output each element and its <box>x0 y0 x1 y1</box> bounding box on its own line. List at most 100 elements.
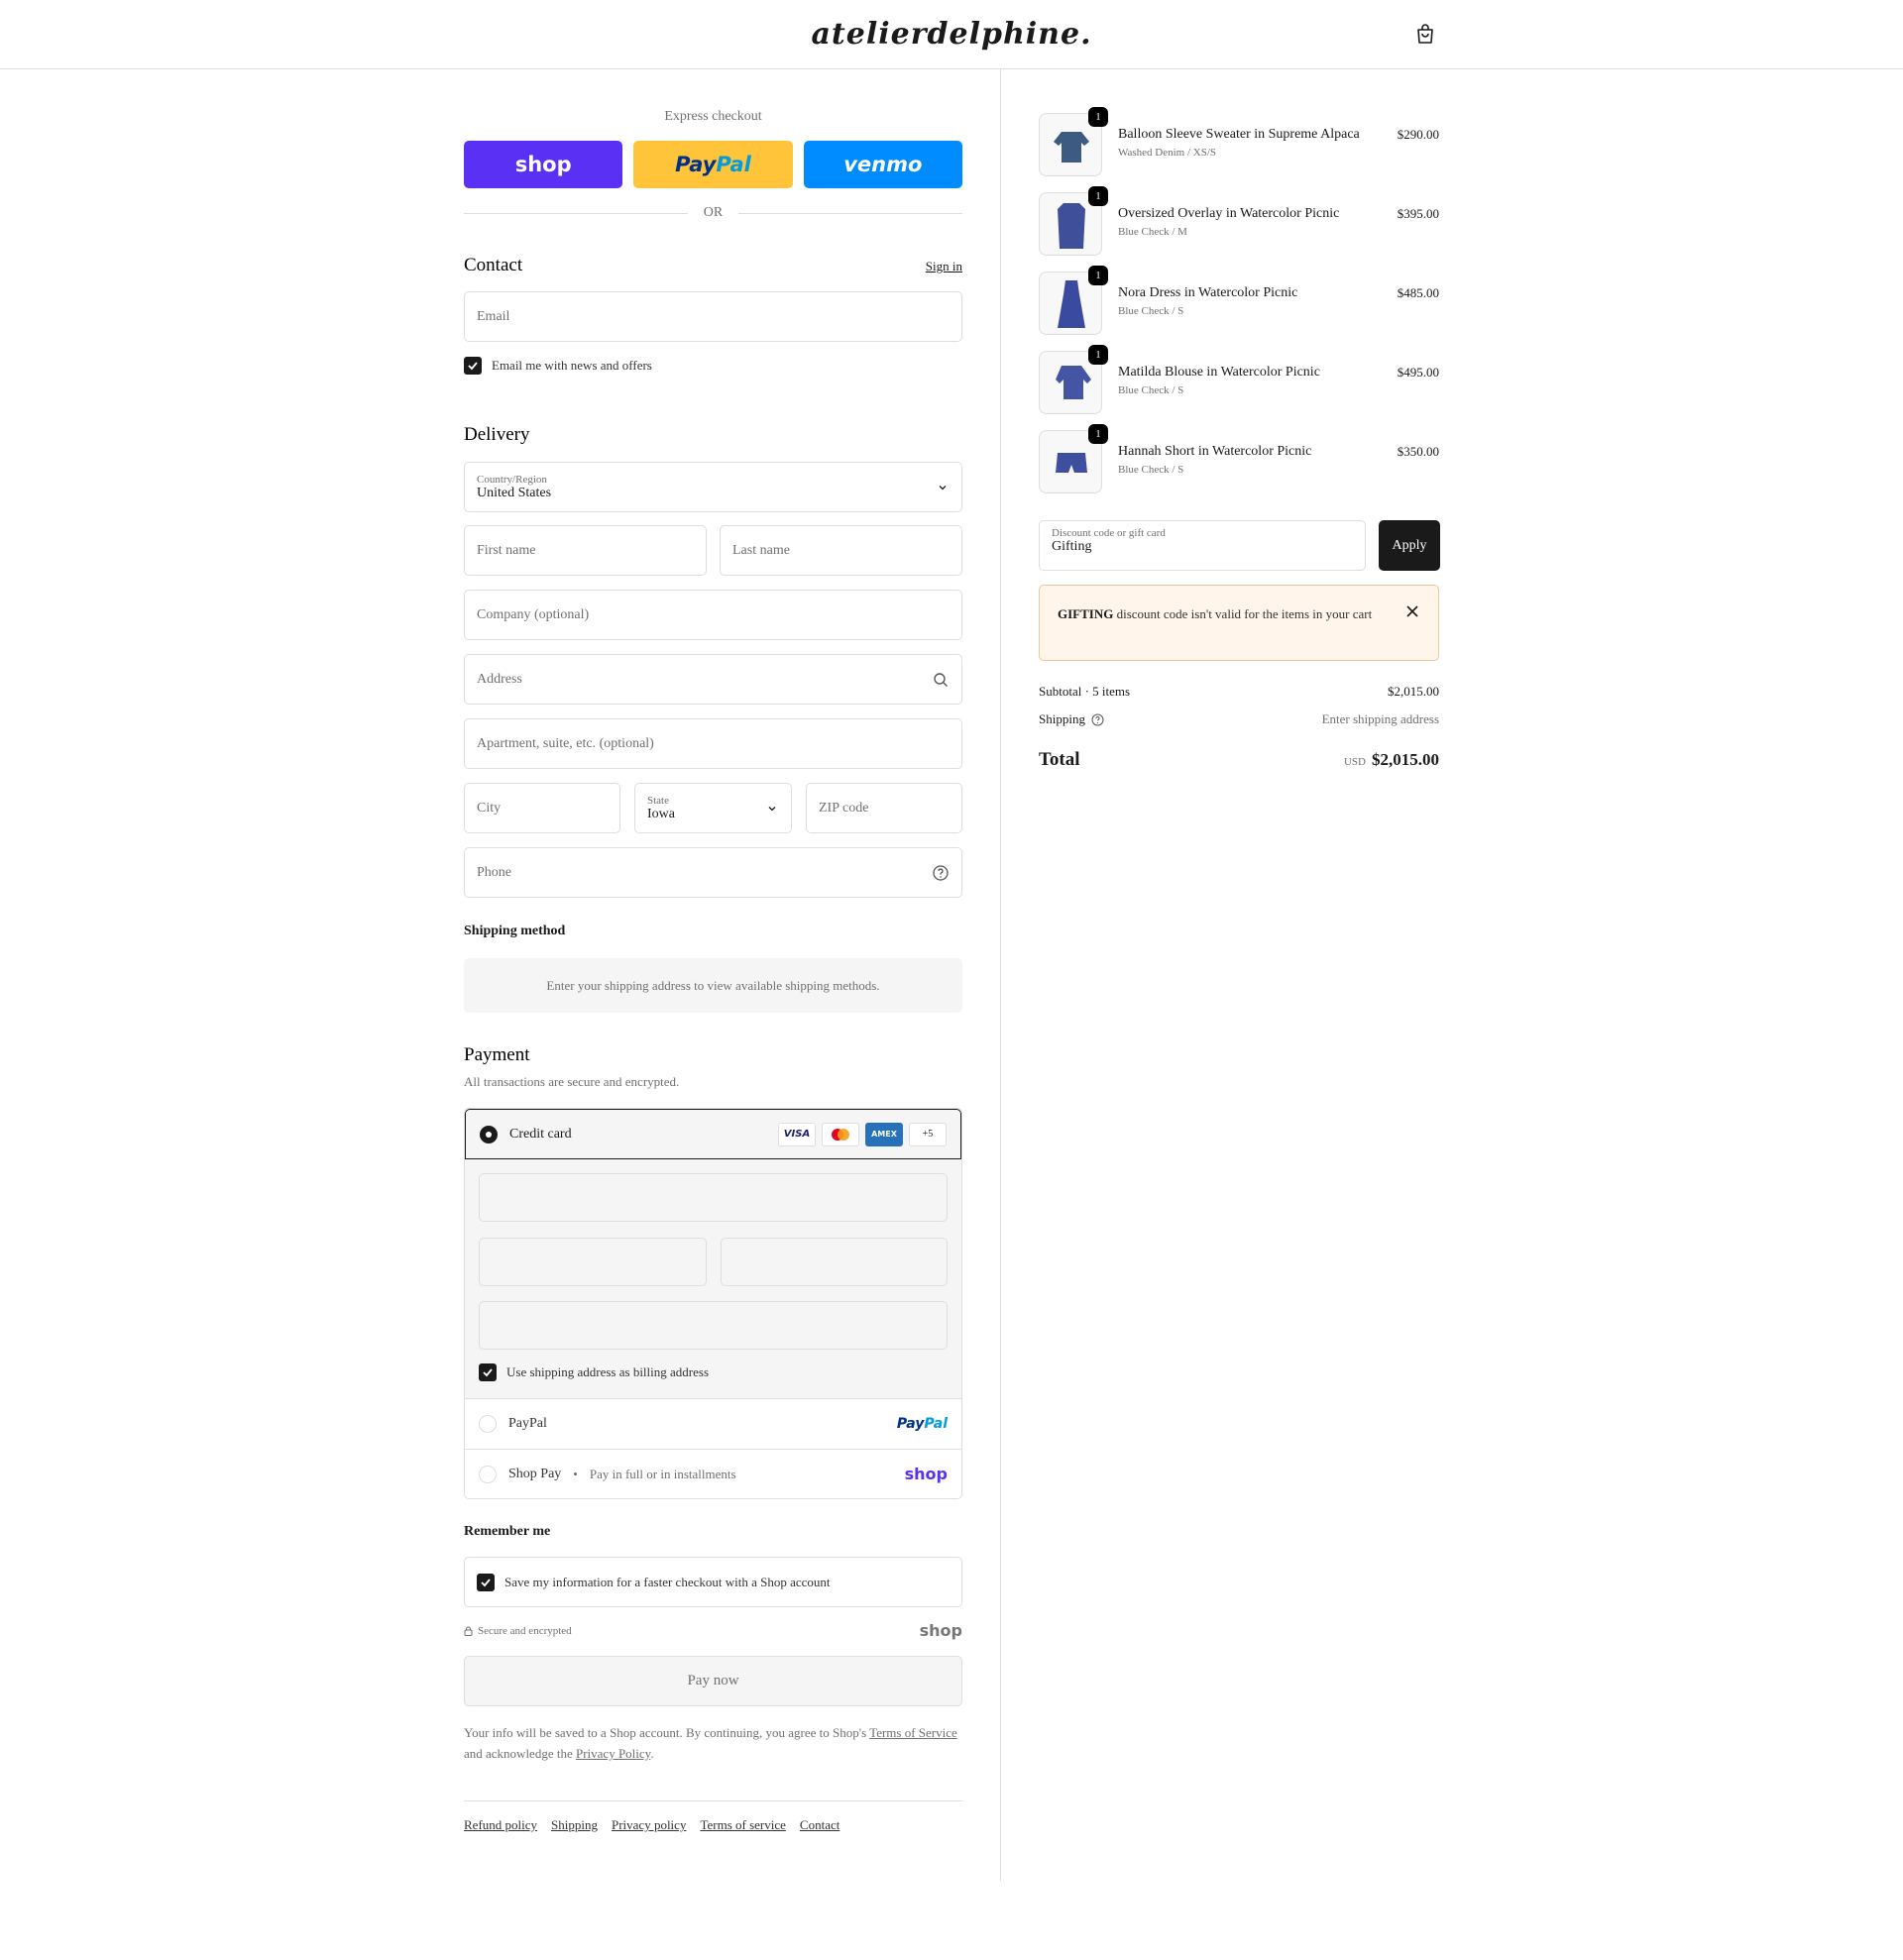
quantity-badge: 1 <box>1088 424 1108 444</box>
paypal-label: PayPal <box>508 1416 547 1431</box>
subtotal-value: $2,015.00 <box>1388 684 1439 699</box>
visa-icon: VISA <box>778 1122 816 1146</box>
payment-subtext: All transactions are secure and encrypte… <box>464 1074 680 1089</box>
apply-button[interactable]: Apply <box>1379 520 1440 571</box>
alert-code: GIFTING <box>1058 606 1114 621</box>
shipping-row: Shipping Enter shipping address <box>1039 711 1439 727</box>
cart-item: 1 Hannah Short in Watercolor Picnic Blue… <box>1039 424 1439 495</box>
contact-link[interactable]: Contact <box>800 1817 840 1833</box>
country-select[interactable]: Country/Region United States <box>464 462 962 512</box>
currency-code: USD <box>1343 756 1366 768</box>
remember-heading: Remember me <box>464 1524 551 1539</box>
search-icon <box>934 673 948 687</box>
privacy-link[interactable]: Privacy Policy <box>576 1746 650 1761</box>
news-offers-row[interactable]: Email me with news and offers <box>464 357 652 375</box>
terms-link[interactable]: Terms of Service <box>869 1725 957 1740</box>
close-icon[interactable] <box>1404 603 1420 619</box>
cart-item: 1 Balloon Sleeve Sweater in Supreme Alpa… <box>1039 107 1439 178</box>
product-price: $395.00 <box>1397 206 1439 221</box>
help-circle-icon[interactable] <box>932 864 950 882</box>
privacy-policy-link[interactable]: Privacy policy <box>612 1817 686 1833</box>
last-name-field[interactable]: Last name <box>720 525 962 576</box>
product-name: Nora Dress in Watercolor Picnic <box>1118 285 1298 300</box>
alert-message: discount code isn't valid for the items … <box>1113 606 1373 621</box>
product-variant: Blue Check / M <box>1118 226 1187 238</box>
email-field[interactable]: Email <box>464 291 962 342</box>
shop-pay-option[interactable]: Shop Pay • Pay in full or in installment… <box>465 1449 961 1498</box>
discount-code-input[interactable]: Discount code or gift card Gifting <box>1039 520 1366 571</box>
country-value: United States <box>477 485 552 500</box>
credit-card-form: Use shipping address as billing address <box>465 1159 961 1399</box>
total-value: $2,015.00 <box>1372 750 1439 769</box>
footer-links: Refund policy Shipping Privacy policy Te… <box>464 1800 962 1833</box>
cart-item: 1 Oversized Overlay in Watercolor Picnic… <box>1039 186 1439 258</box>
shop-logo: shop <box>919 1621 962 1640</box>
venmo-express-button[interactable]: venmo <box>803 141 962 188</box>
cart-icon[interactable] <box>1413 22 1437 46</box>
shop-pay-radio[interactable] <box>479 1465 497 1483</box>
payment-methods: Credit card VISA AMEX +5 Use shipping ad… <box>464 1108 962 1499</box>
address-field[interactable]: Address <box>464 654 962 705</box>
contact-header: Contact Sign in <box>464 255 962 276</box>
card-name-input[interactable] <box>479 1301 948 1350</box>
shop-pay-express-button[interactable]: shop <box>464 141 623 188</box>
amex-icon: AMEX <box>865 1122 903 1146</box>
save-info-row[interactable]: Save my information for a faster checkou… <box>464 1557 962 1607</box>
product-price: $350.00 <box>1397 444 1439 459</box>
brand-logo[interactable]: atelierdelphine. <box>811 17 1091 52</box>
terms-of-service-link[interactable]: Terms of service <box>700 1817 785 1833</box>
save-info-checkbox[interactable] <box>477 1573 495 1591</box>
billing-same-checkbox[interactable] <box>479 1363 497 1381</box>
express-checkout-buttons: shop Pay Pal venmo <box>464 141 962 188</box>
subtotal-row: Subtotal · 5 items $2,015.00 <box>1039 684 1439 700</box>
credit-card-option[interactable]: Credit card VISA AMEX +5 <box>465 1109 961 1159</box>
shipping-policy-link[interactable]: Shipping <box>551 1817 598 1833</box>
paypal-logo-pal: Pal <box>716 153 751 176</box>
country-label: Country/Region <box>477 473 547 486</box>
save-info-label: Save my information for a faster checkou… <box>504 1574 831 1589</box>
paypal-option[interactable]: PayPal PayPal <box>465 1399 961 1449</box>
delivery-heading: Delivery <box>464 424 530 445</box>
card-expiry-input[interactable] <box>479 1238 707 1286</box>
credit-card-radio[interactable] <box>480 1125 498 1143</box>
paypal-logo: PayPal <box>897 1416 948 1432</box>
phone-placeholder: Phone <box>477 864 511 880</box>
state-select[interactable]: State Iowa <box>634 783 792 833</box>
paypal-express-button[interactable]: Pay Pal <box>633 141 793 188</box>
paypal-radio[interactable] <box>479 1415 497 1433</box>
column-divider <box>1000 69 1001 1881</box>
or-label: OR <box>703 205 724 220</box>
billing-same-row[interactable]: Use shipping address as billing address <box>479 1363 948 1381</box>
first-name-field[interactable]: First name <box>464 525 707 576</box>
sign-in-link[interactable]: Sign in <box>926 259 962 274</box>
quantity-badge: 1 <box>1088 345 1108 365</box>
card-cvv-input[interactable] <box>720 1238 948 1286</box>
total-row: Total USD $2,015.00 <box>1039 749 1439 771</box>
state-value: Iowa <box>647 806 675 821</box>
city-field[interactable]: City <box>464 783 620 833</box>
apartment-field[interactable]: Apartment, suite, etc. (optional) <box>464 718 962 769</box>
product-price: $495.00 <box>1397 365 1439 380</box>
lock-icon <box>464 1626 473 1636</box>
legal-part1: Your info will be saved to a Shop accoun… <box>464 1725 870 1740</box>
help-circle-icon[interactable] <box>1091 713 1104 726</box>
secure-row: Secure and encrypted shop <box>464 1621 962 1640</box>
card-brand-icons: VISA AMEX +5 <box>778 1122 947 1146</box>
shipping-method-placeholder: Enter your shipping address to view avai… <box>464 958 962 1013</box>
quantity-badge: 1 <box>1088 186 1108 206</box>
news-checkbox-label: Email me with news and offers <box>492 358 652 373</box>
refund-policy-link[interactable]: Refund policy <box>464 1817 537 1833</box>
quantity-badge: 1 <box>1088 266 1108 285</box>
discount-error-alert: GIFTING discount code isn't valid for th… <box>1039 585 1439 661</box>
express-checkout-label: Express checkout <box>664 109 762 124</box>
pay-now-button[interactable]: Pay now <box>464 1656 962 1706</box>
company-field[interactable]: Company (optional) <box>464 590 962 640</box>
zip-field[interactable]: ZIP code <box>806 783 962 833</box>
product-name: Balloon Sleeve Sweater in Supreme Alpaca <box>1118 127 1360 142</box>
card-number-input[interactable] <box>479 1173 948 1222</box>
product-name: Oversized Overlay in Watercolor Picnic <box>1118 206 1340 221</box>
news-checkbox[interactable] <box>464 357 482 375</box>
phone-field[interactable]: Phone <box>464 847 962 898</box>
legal-part2: and acknowledge the <box>464 1746 576 1761</box>
credit-card-label: Credit card <box>509 1126 572 1142</box>
